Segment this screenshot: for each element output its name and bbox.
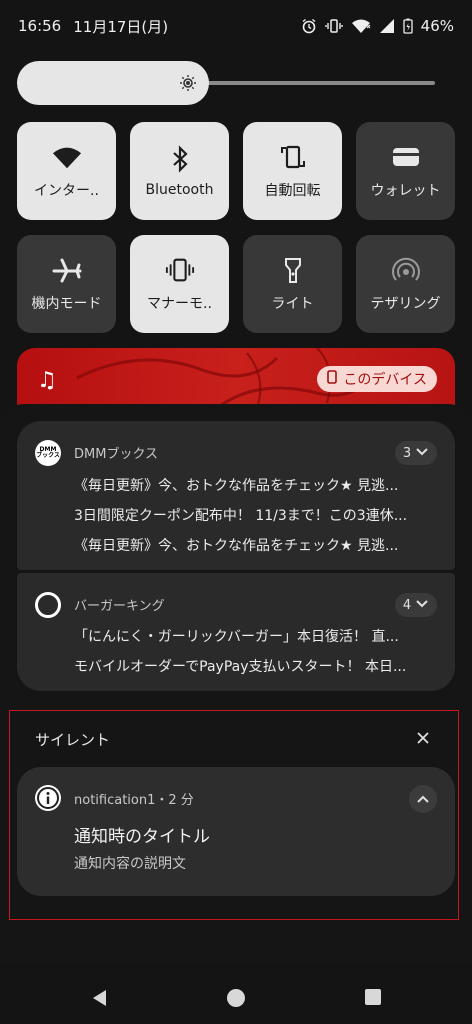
wifi-icon xyxy=(351,18,371,34)
brightness-icon xyxy=(179,74,197,92)
tile-label: ライト xyxy=(271,296,314,312)
output-device-button[interactable]: このデバイス xyxy=(317,366,437,392)
app-name: バーガーキング xyxy=(74,599,165,614)
silent-section-header: サイレント xyxy=(35,731,111,749)
dmm-books-app-icon: DMM ブックス xyxy=(35,440,61,466)
recents-icon[interactable] xyxy=(364,988,382,1010)
home-icon[interactable] xyxy=(226,988,246,1012)
tile-label: マナーモ.. xyxy=(147,296,212,312)
phone-icon xyxy=(327,370,338,388)
back-icon[interactable] xyxy=(90,988,110,1012)
tile-auto-rotate[interactable]: 自動回転 xyxy=(243,122,342,220)
tile-label: インター.. xyxy=(34,183,99,199)
tile-label: 自動回転 xyxy=(264,183,321,199)
tile-airplane-mode[interactable]: 機内モード xyxy=(17,235,116,333)
notification-message[interactable]: 《毎日更新》今、おトクな作品をチェック★ 見逃... xyxy=(74,535,434,555)
info-icon xyxy=(35,785,61,811)
notification-card[interactable]: notification1・2 分 通知時のタイトル 通知内容の説明文 xyxy=(17,767,455,896)
tile-bluetooth[interactable]: Bluetooth xyxy=(130,122,229,220)
signal-icon xyxy=(379,18,395,34)
tile-vibrate-mode[interactable]: マナーモ.. xyxy=(130,235,229,333)
notification-group-burger-king[interactable]: バーガーキング 4 「にんにく・ガーリックバーガー」本日復活！ 直... モバイ… xyxy=(17,573,455,691)
battery-icon xyxy=(403,18,413,34)
tile-wallet[interactable]: ウォレット xyxy=(356,122,455,220)
chevron-up-icon xyxy=(417,795,429,803)
battery-percent: 46% xyxy=(420,17,454,35)
notification-count: 3 xyxy=(402,445,412,461)
vibrate-icon xyxy=(165,255,195,285)
brightness-slider[interactable] xyxy=(17,61,435,105)
chevron-down-icon xyxy=(415,598,429,613)
auto-rotate-icon xyxy=(278,142,308,172)
notification-body: 通知内容の説明文 xyxy=(74,856,186,872)
quick-settings-grid: インター.. Bluetooth 自動回転 ウォレット 機内モード マナーモ.. xyxy=(17,122,455,333)
tile-label: Bluetooth xyxy=(145,182,214,198)
music-note-icon: ♫ xyxy=(37,368,57,393)
status-bar: 16:56 11月17日(月) 46% xyxy=(0,0,472,52)
tile-internet[interactable]: インター.. xyxy=(17,122,116,220)
expand-group-button[interactable]: 4 xyxy=(395,593,437,617)
wifi-icon xyxy=(52,142,82,172)
notification-message[interactable]: 3日間限定クーポン配布中！ 11/3まで！この3連休... xyxy=(74,505,434,525)
flashlight-icon xyxy=(278,255,308,285)
expand-group-button[interactable]: 3 xyxy=(395,441,437,465)
close-icon xyxy=(417,732,429,744)
notification-meta: notification1・2 分 xyxy=(74,793,194,808)
date: 11月17日(月) xyxy=(73,17,169,36)
notification-title: 通知時のタイトル xyxy=(74,827,210,847)
tile-label: 機内モード xyxy=(31,296,102,312)
notification-message[interactable]: 「にんにく・ガーリックバーガー」本日復活！ 直... xyxy=(74,626,434,646)
collapse-button[interactable] xyxy=(409,785,437,813)
vibrate-icon xyxy=(324,18,343,34)
app-name: DMMブックス xyxy=(74,447,159,462)
navigation-bar xyxy=(0,970,472,1024)
clear-silent-button[interactable] xyxy=(413,728,433,748)
bluetooth-icon xyxy=(165,144,195,174)
burger-king-app-icon xyxy=(35,592,61,618)
tile-tethering[interactable]: テザリング xyxy=(356,235,455,333)
airplane-icon xyxy=(52,255,82,285)
tile-label: テザリング xyxy=(370,296,441,312)
clock: 16:56 xyxy=(18,17,62,35)
tile-flashlight[interactable]: ライト xyxy=(243,235,342,333)
output-device-label: このデバイス xyxy=(343,372,427,388)
notification-message[interactable]: モバイルオーダーでPayPay支払いスタート！ 本日... xyxy=(74,656,434,676)
chevron-down-icon xyxy=(415,446,429,461)
wallet-icon xyxy=(391,142,421,172)
notification-count: 4 xyxy=(402,597,412,613)
hotspot-icon xyxy=(391,255,421,285)
alarm-icon xyxy=(301,18,317,34)
tile-label: ウォレット xyxy=(370,183,441,199)
notification-group-dmm[interactable]: DMM ブックス DMMブックス 3 《毎日更新》今、おトクな作品をチェック★ 見… xyxy=(17,421,455,570)
notification-message[interactable]: 《毎日更新》今、おトクな作品をチェック★ 見逃... xyxy=(74,475,434,495)
